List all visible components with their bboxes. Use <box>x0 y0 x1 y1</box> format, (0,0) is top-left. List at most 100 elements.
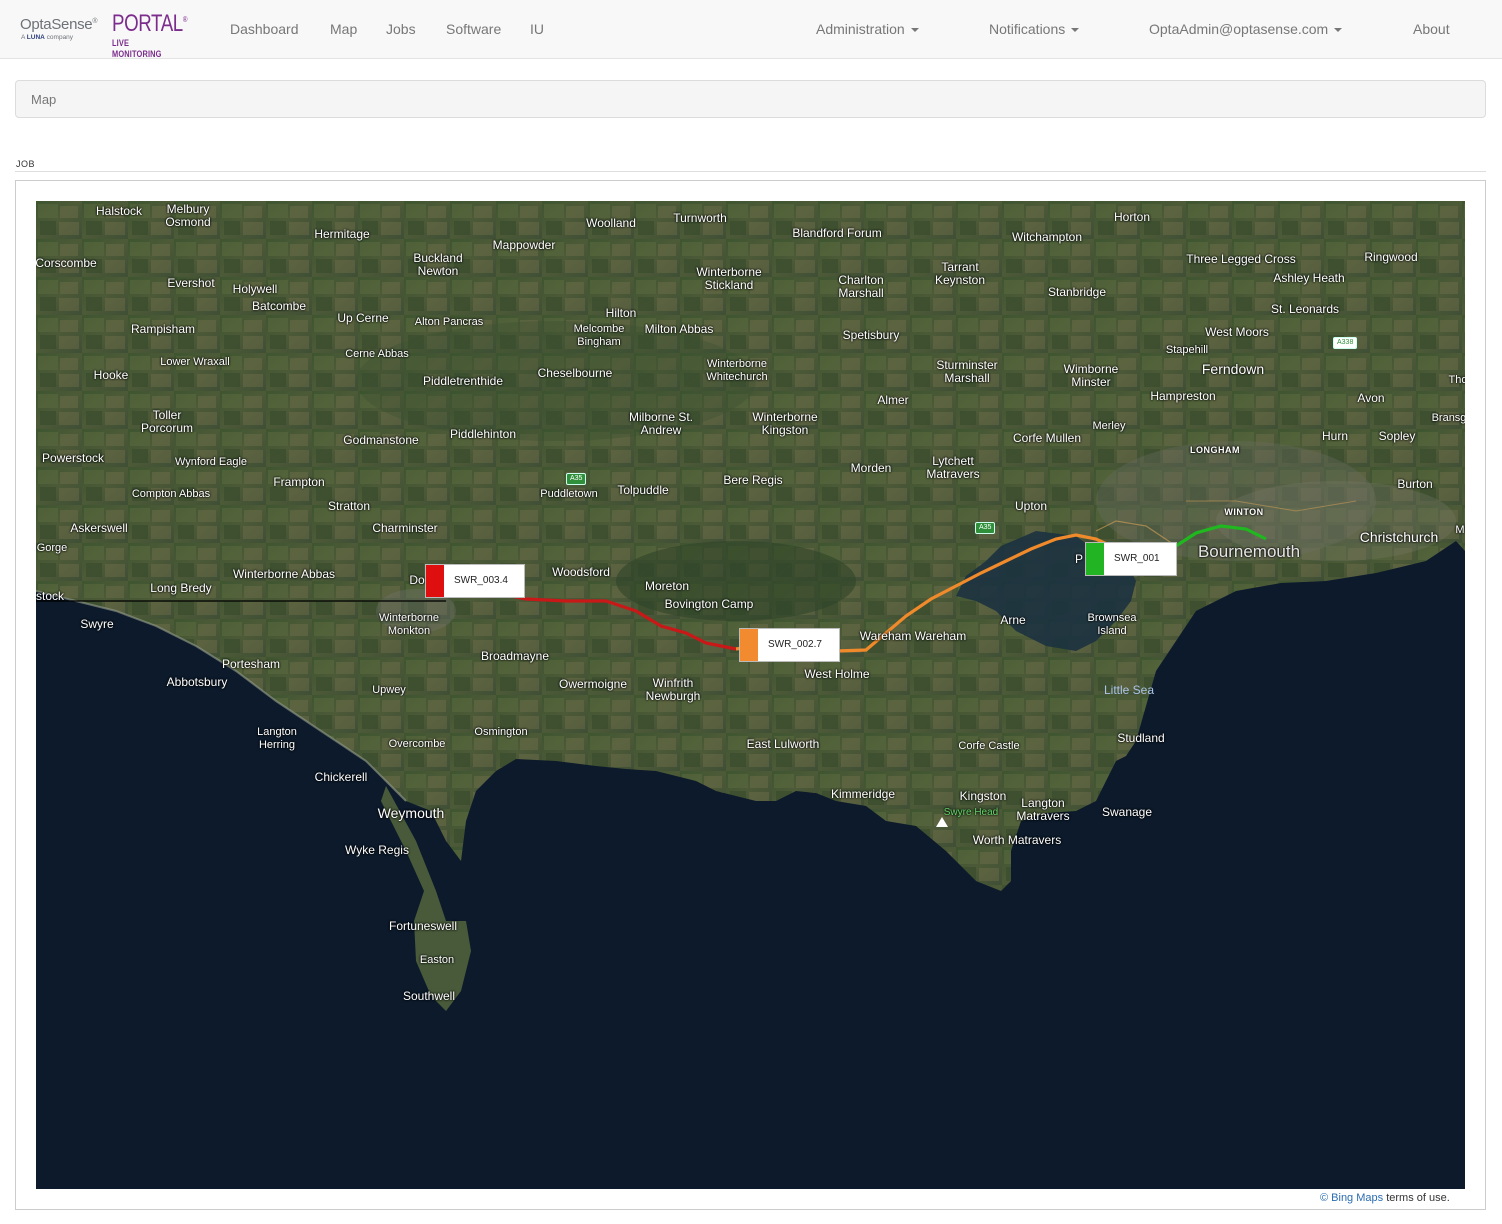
place-label: Owermoigne <box>558 677 628 691</box>
place-label: Swanage <box>1101 805 1153 819</box>
place-label: Broadmayne <box>480 649 550 663</box>
place-label: Winterborne Abbas <box>232 567 336 581</box>
place-label: Corscombe <box>36 256 97 270</box>
place-label: Bransg <box>1431 412 1465 424</box>
place-label: Upton <box>1014 499 1048 513</box>
place-label: Studland <box>1117 731 1165 745</box>
place-label: Winterborne Kingston <box>752 410 818 437</box>
place-label: Charlton Marshall <box>838 273 884 300</box>
place-label: Overcombe <box>388 738 446 750</box>
place-label: Wynford Eagle <box>174 456 248 468</box>
caret-down-icon <box>1334 28 1343 33</box>
place-label: Fortuneswell <box>388 919 458 933</box>
place-label: Frampton <box>273 475 325 489</box>
place-label: Winterborne Monkton <box>379 612 439 637</box>
place-label: Swyre <box>80 617 114 631</box>
place-label: Upwey <box>372 684 406 696</box>
nav-iu[interactable]: IU <box>530 21 544 37</box>
place-label: Godmanstone <box>343 433 419 447</box>
place-label: Easton <box>419 954 455 966</box>
place-label: Lytchett Matravers <box>926 454 980 481</box>
place-label: Do <box>409 573 425 587</box>
place-label: Hurn <box>1321 429 1349 443</box>
place-label: M <box>1455 524 1465 536</box>
breadcrumb-current: Map <box>31 92 57 107</box>
nav-administration-dropdown[interactable]: Administration <box>816 21 919 37</box>
place-label: Weymouth <box>377 805 445 821</box>
place-label: Osmington <box>474 726 528 738</box>
place-label: Compton Abbas <box>131 488 211 500</box>
place-label: East Lulworth <box>746 737 820 751</box>
nav-map[interactable]: Map <box>330 21 357 37</box>
nav-user-dropdown[interactable]: OptaAdmin@optasense.com <box>1149 21 1343 37</box>
place-label: Witchampton <box>1011 230 1083 244</box>
place-label: Winterborne Whitechurch <box>706 358 768 383</box>
place-label: Wyke Regis <box>345 843 409 857</box>
bing-maps-link[interactable]: © Bing Maps <box>1320 1192 1383 1204</box>
marker-status-swatch <box>426 565 444 597</box>
place-label: St. Leonards <box>1270 302 1340 316</box>
section-label-job: JOB <box>16 159 36 169</box>
place-label: Melcombe Bingham <box>573 323 625 348</box>
marker-label: SWR_003.4 <box>454 575 508 586</box>
nav-software[interactable]: Software <box>446 21 501 37</box>
place-label: Swyre Head <box>943 807 999 818</box>
breadcrumb: Map <box>15 80 1486 118</box>
place-label: Batcombe <box>251 299 307 313</box>
place-label: P <box>1074 552 1084 566</box>
nav-dashboard[interactable]: Dashboard <box>230 21 299 37</box>
marker-label: SWR_001 <box>1114 553 1160 564</box>
marker-status-swatch <box>740 629 758 661</box>
place-label: Langton Matravers <box>1016 796 1070 823</box>
nav-notifications-dropdown[interactable]: Notifications <box>989 21 1080 37</box>
place-label: Askerswell <box>70 521 128 535</box>
nav-jobs[interactable]: Jobs <box>386 21 416 37</box>
place-label: Avon <box>1357 391 1385 405</box>
place-label: Spetisbury <box>842 328 900 342</box>
place-label: Powerstock <box>41 451 105 465</box>
place-label: Brownsea Island <box>1087 612 1137 637</box>
place-label: Bere Regis <box>723 473 783 487</box>
place-label: Melbury Osmond <box>165 202 211 229</box>
place-label: West Moors <box>1205 325 1269 339</box>
place-label: Christchurch <box>1359 529 1439 545</box>
company-logo-text: OptaSense® <box>20 16 98 33</box>
place-label: Three Legged Cross <box>1186 252 1296 266</box>
road-shield-a338: A338 <box>1333 337 1358 349</box>
place-label: Kingston <box>959 789 1007 803</box>
place-label: Toller Porcorum <box>140 408 194 435</box>
sensor-marker-swr-003-4[interactable]: SWR_003.4 <box>425 564 525 598</box>
place-label: Cheselbourne <box>537 366 613 380</box>
nav-user-label: OptaAdmin@optasense.com <box>1149 21 1329 37</box>
place-label: Bovington Camp <box>664 597 754 611</box>
place-label: Winfrith Newburgh <box>645 676 701 703</box>
place-label: Moreton <box>644 579 690 593</box>
place-label: Piddletrenthide <box>422 374 504 388</box>
place-label: Kimmeridge <box>830 787 896 801</box>
place-label: West Holme <box>804 667 870 681</box>
sensor-marker-swr-001[interactable]: SWR_001 <box>1085 542 1177 576</box>
place-label: WINTON <box>1224 507 1264 517</box>
road-shield-a35: A35 <box>566 473 587 485</box>
place-label: Hermitage <box>314 227 370 241</box>
place-label: Arne <box>1000 613 1026 627</box>
place-label: Alton Pancras <box>414 316 484 328</box>
optasense-portal-logo[interactable]: OptaSense® A LUNA company PORTAL® LIVE M… <box>18 10 188 60</box>
place-label: Stapehill <box>1165 344 1209 356</box>
place-label: Holywell <box>232 282 278 296</box>
map-canvas[interactable]: Halstock Melbury Osmond Hermitage Woolla… <box>36 201 1465 1189</box>
sensor-marker-swr-002-7[interactable]: SWR_002.7 <box>739 628 840 662</box>
place-label: Ashley Heath <box>1273 271 1345 285</box>
place-label: Langton Herring <box>257 726 297 751</box>
nav-about[interactable]: About <box>1413 21 1450 37</box>
marker-label: SWR_002.7 <box>768 639 822 650</box>
place-label: Portesham <box>221 657 281 671</box>
place-label: Sturminster Marshall <box>936 358 998 385</box>
place-label: Abbotsbury <box>166 675 228 689</box>
place-label: Burton <box>1397 477 1433 491</box>
terms-of-use-link[interactable]: terms of use. <box>1383 1192 1450 1204</box>
place-label: Up Cerne <box>337 311 389 325</box>
place-label: Halstock <box>95 204 143 218</box>
place-label: Milborne St. Andrew <box>628 410 694 437</box>
place-label: LONGHAM <box>1190 445 1240 455</box>
